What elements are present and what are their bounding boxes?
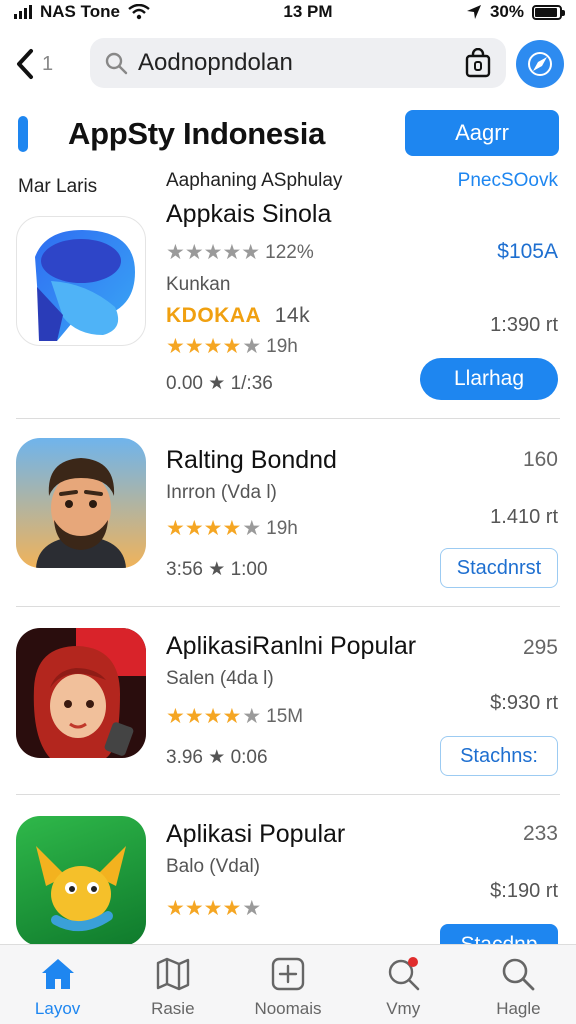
battery-percent: 30% xyxy=(489,2,524,21)
tab-rasie[interactable]: Rasie xyxy=(115,945,230,1024)
shopping-bag-icon[interactable] xyxy=(464,48,492,78)
tab-bar: Layov Rasie Noomais Vmy Hagle xyxy=(0,944,576,1024)
app-subtitle: Inrron (Vda l) xyxy=(166,482,277,503)
battery-icon xyxy=(531,4,565,20)
app-meta: 0.00 ★ 1/:36 xyxy=(166,373,273,394)
search-query: Aodnopndolan xyxy=(138,49,293,76)
carrier-label: NAS Tone xyxy=(40,2,120,21)
search-icon xyxy=(105,52,128,75)
app-size: $:930 rt xyxy=(490,692,558,714)
tab-layov[interactable]: Layov xyxy=(0,945,115,1024)
get-button[interactable]: Stacdnrst xyxy=(440,548,558,588)
subheader-right-link[interactable]: PnecSOovk xyxy=(458,170,558,192)
header-action-button[interactable]: Aagrr xyxy=(405,110,559,156)
app-subtitle: Salen (4da l) xyxy=(166,668,274,689)
compass-button[interactable] xyxy=(516,40,564,88)
divider xyxy=(16,794,560,795)
get-button[interactable]: Llarhag xyxy=(420,358,558,400)
rating-stars: ★★★★★ 122% xyxy=(166,241,314,264)
list-item[interactable]: AplikasiRanlni Popular 295 Salen (4da l)… xyxy=(0,608,576,794)
app-size: $:190 rt xyxy=(490,880,558,902)
search-icon xyxy=(503,958,535,991)
app-meta: 3:56 ★ 1:00 xyxy=(166,559,268,580)
title-row: AppSty Indonesia Aagrr xyxy=(0,110,576,160)
page-title: AppSty Indonesia xyxy=(68,116,326,151)
tab-label: Vmy xyxy=(386,999,421,1018)
clock: 13 PM xyxy=(283,2,333,21)
app-icon xyxy=(16,438,146,568)
get-button[interactable]: Stacdnp xyxy=(440,924,558,944)
search-input[interactable]: Aodnopndolan xyxy=(90,38,506,88)
chevron-left-icon xyxy=(17,49,33,79)
rating-stars: ★★★★ ★ 19h xyxy=(166,517,298,540)
notification-search-icon xyxy=(389,957,420,991)
back-button[interactable]: 1 xyxy=(14,46,54,82)
app-meta: 3.96 ★ 0:06 xyxy=(166,747,268,768)
status-bar: NAS Tone 13 PM 30% xyxy=(0,0,576,24)
subheader-left[interactable]: Mar Laris xyxy=(18,176,97,198)
tab-hagle[interactable]: Hagle xyxy=(461,945,576,1024)
app-icon xyxy=(16,216,146,346)
back-suffix: 1 xyxy=(42,52,54,75)
rating-stars: ★★★★ ★ xyxy=(166,897,262,920)
divider xyxy=(16,606,560,607)
app-rank: 295 xyxy=(522,636,558,659)
rating-stars: ★★★★ ★ 15M xyxy=(166,705,304,728)
tab-vmy[interactable]: Vmy xyxy=(346,945,461,1024)
list-item[interactable]: Aplikasi Popular 233 Balo (Vdal) $:190 r… xyxy=(0,796,576,944)
rating-count: 122% xyxy=(265,241,314,263)
app-size: 1.410 rt xyxy=(490,506,558,528)
app-name[interactable]: AplikasiRanlni Popular xyxy=(166,632,416,661)
app-subtitle: Kunkan xyxy=(166,274,231,295)
list-item[interactable]: Ralting Bondnd 160 Inrron (Vda l) 1.410 … xyxy=(0,420,576,606)
brand-text: KDOKAA xyxy=(166,304,261,327)
developer-brand: KDOKAA 14k xyxy=(166,304,310,328)
app-size: 1:390 rt xyxy=(490,314,558,336)
app-rank: 233 xyxy=(522,822,558,845)
tab-label: Hagle xyxy=(496,999,541,1018)
brand-count: 14k xyxy=(274,304,311,327)
signal-icon xyxy=(14,5,32,19)
compass-icon xyxy=(528,52,552,76)
tab-label: Rasie xyxy=(151,999,195,1018)
rating-count: 19h xyxy=(266,517,298,539)
list-item[interactable]: Appkais Sinola $105A ★★★★★ 122% Kunkan KD… xyxy=(0,196,576,418)
home-icon xyxy=(41,959,74,989)
search-row: 1 Aodnopndolan xyxy=(0,36,576,92)
get-button[interactable]: Stachns: xyxy=(440,736,558,776)
app-name[interactable]: Ralting Bondnd xyxy=(166,446,337,475)
location-arrow-icon xyxy=(466,5,481,19)
divider xyxy=(16,418,560,419)
subheader-middle: Aaphaning ASphulay xyxy=(166,170,343,191)
app-price: $105A xyxy=(497,240,558,263)
rating-count: 15M xyxy=(266,705,304,727)
tab-label: Layov xyxy=(34,999,81,1018)
rating-stars: ★★★★ ★ 19h xyxy=(166,335,298,358)
app-name[interactable]: Aplikasi Popular xyxy=(166,820,345,849)
rating-count: 19h xyxy=(266,335,298,357)
app-rank: 160 xyxy=(522,448,558,471)
app-icon xyxy=(16,816,146,944)
app-subtitle: Balo (Vdal) xyxy=(166,856,260,877)
app-name[interactable]: Appkais Sinola xyxy=(166,200,331,229)
tab-label: Noomais xyxy=(254,999,322,1018)
wifi-icon xyxy=(128,4,150,20)
tab-noomais[interactable]: Noomais xyxy=(230,945,345,1024)
title-accent xyxy=(18,116,28,152)
plus-square-icon xyxy=(271,957,305,991)
map-icon xyxy=(156,957,189,991)
app-icon xyxy=(16,628,146,758)
